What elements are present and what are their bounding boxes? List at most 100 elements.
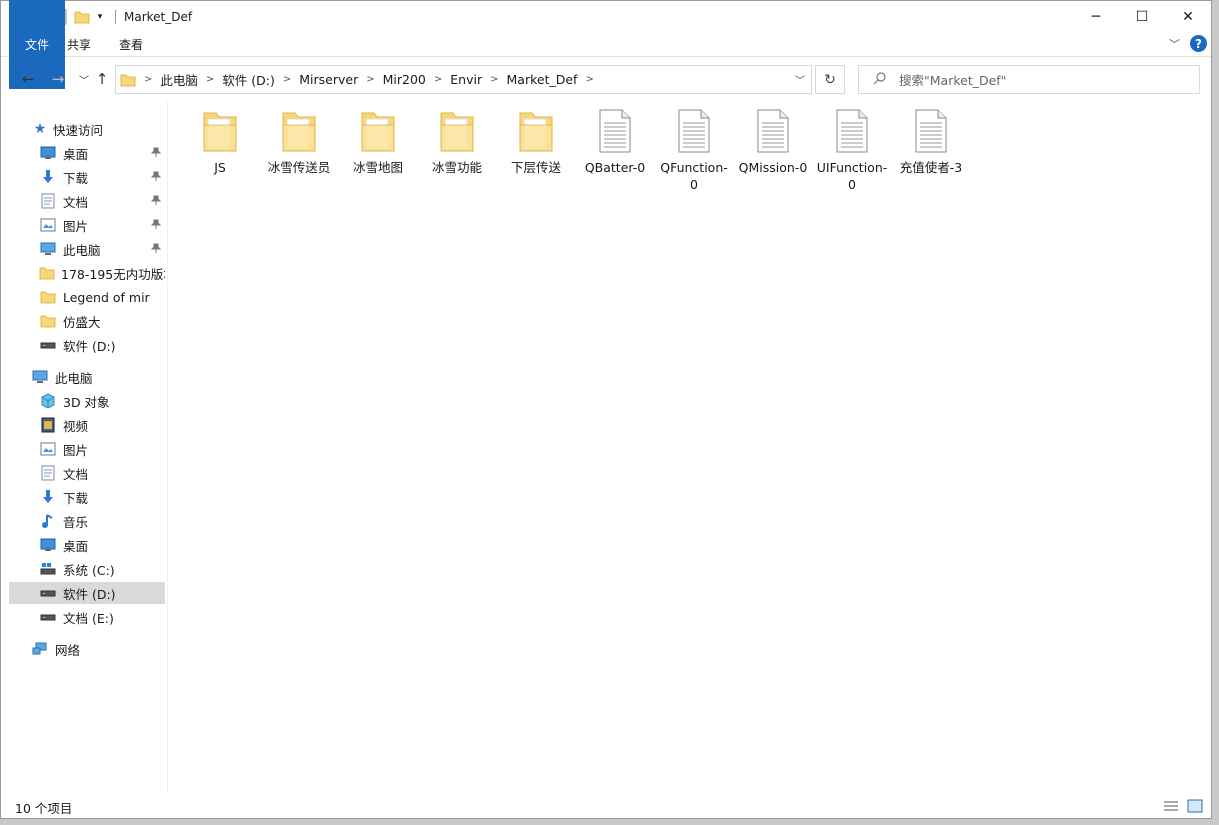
nav-network[interactable]: 网络 — [31, 638, 187, 660]
view-buttons — [1163, 799, 1203, 816]
file-name: 充值使者-3 — [899, 160, 963, 175]
download-icon — [39, 168, 57, 186]
file-name: 冰雪传送员 — [267, 160, 331, 175]
breadcrumb-item[interactable]: 此电脑 — [156, 70, 202, 89]
folder-item[interactable]: 冰雪传送员 — [260, 109, 338, 199]
pin-icon[interactable] — [150, 146, 162, 160]
sidebar-item[interactable]: 仿盛大 — [9, 310, 165, 332]
file-item[interactable]: QMission-0 — [734, 109, 812, 199]
tab-view[interactable]: 查看 — [105, 32, 157, 57]
folder-icon — [339, 109, 417, 159]
sidebar-item[interactable]: 文档 — [9, 190, 165, 212]
file-name: 冰雪地图 — [352, 160, 403, 175]
file-name: QFunction-0 — [660, 160, 728, 192]
sidebar-item[interactable]: 系统 (C:) — [9, 558, 165, 580]
new-folder-icon[interactable] — [73, 8, 91, 26]
breadcrumb-item[interactable]: Market_Def — [503, 72, 582, 87]
close-button[interactable]: ✕ — [1165, 1, 1211, 32]
sidebar-item-label: 仿盛大 — [63, 314, 101, 330]
explorer-window: ▾ Market_Def ─ ☐ ✕ 文件 主页 共享 查看 ﹀ ? ← → ﹀… — [0, 0, 1212, 819]
file-item[interactable]: 充值使者-3 — [892, 109, 970, 199]
chevron-right-icon[interactable]: > — [581, 74, 597, 85]
pictures-icon — [39, 216, 57, 234]
maximize-button[interactable]: ☐ — [1119, 1, 1165, 32]
sidebar-item-label: 音乐 — [63, 514, 89, 530]
customize-toolbar-icon[interactable]: ▾ — [95, 8, 105, 26]
document-icon — [576, 109, 654, 159]
folder-icon — [260, 109, 338, 159]
nav-quick-access[interactable]: ★ 快速访问 — [31, 118, 187, 140]
help-icon[interactable]: ? — [1190, 35, 1207, 52]
sidebar-item[interactable]: Legend of mir — [9, 286, 165, 308]
documents-icon — [39, 464, 57, 482]
pin-icon[interactable] — [150, 242, 162, 256]
breadcrumb-item[interactable]: Envir — [446, 72, 486, 87]
back-button[interactable]: ← — [17, 67, 39, 91]
minimize-button[interactable]: ─ — [1073, 1, 1119, 32]
chevron-right-icon[interactable]: > — [430, 74, 446, 85]
sidebar-item[interactable]: 3D 对象 — [9, 390, 165, 412]
sidebar-item-label: 文档 — [63, 194, 89, 210]
chevron-down-icon[interactable]: ﹀ — [795, 72, 805, 87]
document-icon — [655, 109, 733, 159]
large-icons-view-icon[interactable] — [1187, 799, 1203, 816]
folder-item[interactable]: 冰雪功能 — [418, 109, 496, 199]
chevron-right-icon[interactable]: > — [202, 74, 218, 85]
sidebar-item[interactable]: 文档 — [9, 462, 165, 484]
folder-item[interactable]: 下层传送 — [497, 109, 575, 199]
folder-icon — [39, 288, 57, 306]
status-bar: 10 个项目 — [1, 795, 1211, 819]
sidebar-item[interactable]: 此电脑 — [9, 238, 165, 260]
sidebar-item[interactable]: 软件 (D:) — [9, 334, 165, 356]
sidebar-item-label: 桌面 — [63, 146, 89, 162]
details-view-icon[interactable] — [1163, 799, 1179, 816]
sidebar-item[interactable]: 音乐 — [9, 510, 165, 532]
refresh-button[interactable]: ↻ — [815, 65, 845, 94]
folder-icon — [497, 109, 575, 159]
pin-icon[interactable] — [150, 218, 162, 232]
sidebar-item[interactable]: 视频 — [9, 414, 165, 436]
sidebar-item[interactable]: 178-195无内功版本 — [9, 262, 165, 284]
up-button[interactable]: ↑ — [91, 67, 113, 91]
sidebar-item[interactable]: 下载 — [9, 486, 165, 508]
computer-icon — [31, 368, 49, 386]
sidebar-item-label: 软件 (D:) — [63, 338, 116, 354]
folder-item[interactable]: JS — [181, 109, 259, 199]
sidebar-item[interactable]: 桌面 — [9, 534, 165, 556]
sidebar-item-label: 视频 — [63, 418, 89, 434]
expand-ribbon-icon[interactable]: ﹀ — [1169, 36, 1180, 52]
pane-divider[interactable] — [167, 101, 168, 793]
sidebar-item[interactable]: 下载 — [9, 166, 165, 188]
search-icon — [873, 71, 887, 88]
window-title: Market_Def — [124, 9, 193, 24]
desktop-icon — [39, 144, 57, 162]
pin-icon[interactable] — [150, 194, 162, 208]
sidebar-item[interactable]: 软件 (D:) — [9, 582, 165, 604]
chevron-right-icon[interactable]: > — [486, 74, 502, 85]
search-input[interactable]: 搜索"Market_Def" — [858, 65, 1200, 94]
chevron-right-icon[interactable]: > — [362, 74, 378, 85]
folder-item[interactable]: 冰雪地图 — [339, 109, 417, 199]
system-drive-icon — [39, 560, 57, 578]
ribbon-tabs: 文件 主页 共享 查看 ﹀ ? — [1, 0, 1211, 89]
sidebar-item[interactable]: 桌面 — [9, 142, 165, 164]
sidebar-item-label: 系统 (C:) — [63, 562, 115, 578]
breadcrumb-item[interactable]: 软件 (D:) — [218, 70, 279, 89]
forward-button[interactable]: → — [47, 67, 69, 91]
breadcrumb-item[interactable]: Mirserver — [295, 72, 362, 87]
breadcrumb-item[interactable]: Mir200 — [379, 72, 430, 87]
nav-this-pc[interactable]: 此电脑 — [31, 366, 187, 388]
chevron-right-icon[interactable]: > — [279, 74, 295, 85]
sidebar-item[interactable]: 图片 — [9, 214, 165, 236]
chevron-right-icon[interactable]: > — [140, 74, 156, 85]
sidebar-item-label: 下载 — [63, 490, 89, 506]
file-item[interactable]: QBatter-0 — [576, 109, 654, 199]
address-bar[interactable]: > 此电脑 > 软件 (D:) > Mirserver > Mir200 > E… — [115, 65, 812, 94]
pin-icon[interactable] — [150, 170, 162, 184]
sidebar-item[interactable]: 图片 — [9, 438, 165, 460]
sidebar-item[interactable]: 文档 (E:) — [9, 606, 165, 628]
file-item[interactable]: QFunction-0 — [655, 109, 733, 199]
computer-icon — [39, 240, 57, 258]
item-count: 10 个项目 — [15, 800, 73, 816]
file-item[interactable]: UIFunction-0 — [813, 109, 891, 199]
